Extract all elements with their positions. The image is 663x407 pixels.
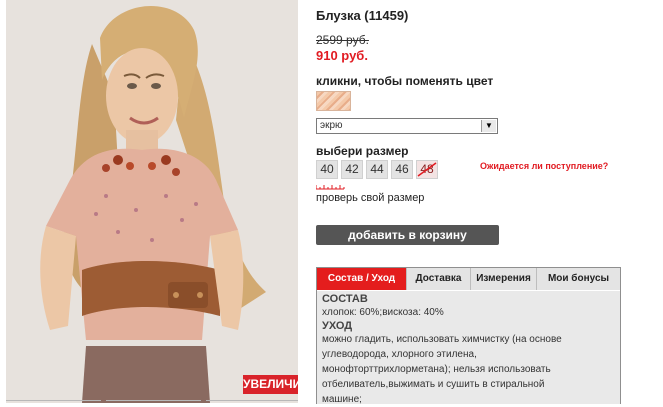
thumbnail-strip <box>6 398 298 403</box>
ruler-icon <box>316 185 345 190</box>
add-to-cart-button[interactable]: добавить в корзину <box>316 225 499 245</box>
color-label: кликни, чтобы поменять цвет <box>316 74 494 88</box>
color-select-value: экрю <box>320 120 343 131</box>
size-option-42[interactable]: 42 <box>341 160 363 179</box>
product-info-tabs: Состав / Уход Доставка Измерения Мои бон… <box>316 267 621 405</box>
sale-price: 910 руб. <box>316 48 368 63</box>
care-line: монофторттрихлорметана); нельзя использо… <box>322 364 551 375</box>
old-price: 2599 руб. <box>316 33 369 47</box>
size-option-46[interactable]: 46 <box>391 160 413 179</box>
check-size-link[interactable]: проверь свой размер <box>316 192 424 204</box>
enlarge-button[interactable]: УВЕЛИЧИТЬ <box>243 375 298 394</box>
strike-icon <box>417 162 437 177</box>
notify-availability-link[interactable]: Ожидается ли поступление? <box>480 161 608 171</box>
size-option-44[interactable]: 44 <box>366 160 388 179</box>
size-option-40[interactable]: 40 <box>316 160 338 179</box>
color-swatch[interactable] <box>316 91 351 111</box>
tab-my-bonuses[interactable]: Мои бонусы <box>537 268 620 290</box>
care-heading: УХОД <box>322 320 353 332</box>
composition-text: хлопок: 60%;вискоза: 40% <box>322 307 444 318</box>
tab-bar: Состав / Уход Доставка Измерения Мои бон… <box>317 268 620 290</box>
tab-composition-care[interactable]: Состав / Уход <box>317 268 407 290</box>
tab-content: СОСТАВ хлопок: 60%;вискоза: 40% УХОД мож… <box>317 291 620 405</box>
chevron-down-icon[interactable]: ▼ <box>481 120 496 132</box>
care-line: отбеливатель,выжимать и сушить в стираль… <box>322 379 545 390</box>
size-label: выбери размер <box>316 144 409 158</box>
product-photo[interactable]: УВЕЛИЧИТЬ <box>6 0 298 403</box>
care-line: можно гладить, использовать химчистку (н… <box>322 334 562 345</box>
model-image <box>6 0 298 403</box>
color-select[interactable]: экрю ▼ <box>316 118 498 134</box>
tab-measurements[interactable]: Измерения <box>471 268 537 290</box>
care-line: углеводорода, хлорного этилена, <box>322 349 477 360</box>
product-title: Блузка (11459) <box>316 8 409 23</box>
tab-delivery[interactable]: Доставка <box>407 268 471 290</box>
composition-heading: СОСТАВ <box>322 293 368 305</box>
care-line: машине; <box>322 394 362 405</box>
size-option-48-unavailable[interactable]: 48 <box>416 160 438 179</box>
